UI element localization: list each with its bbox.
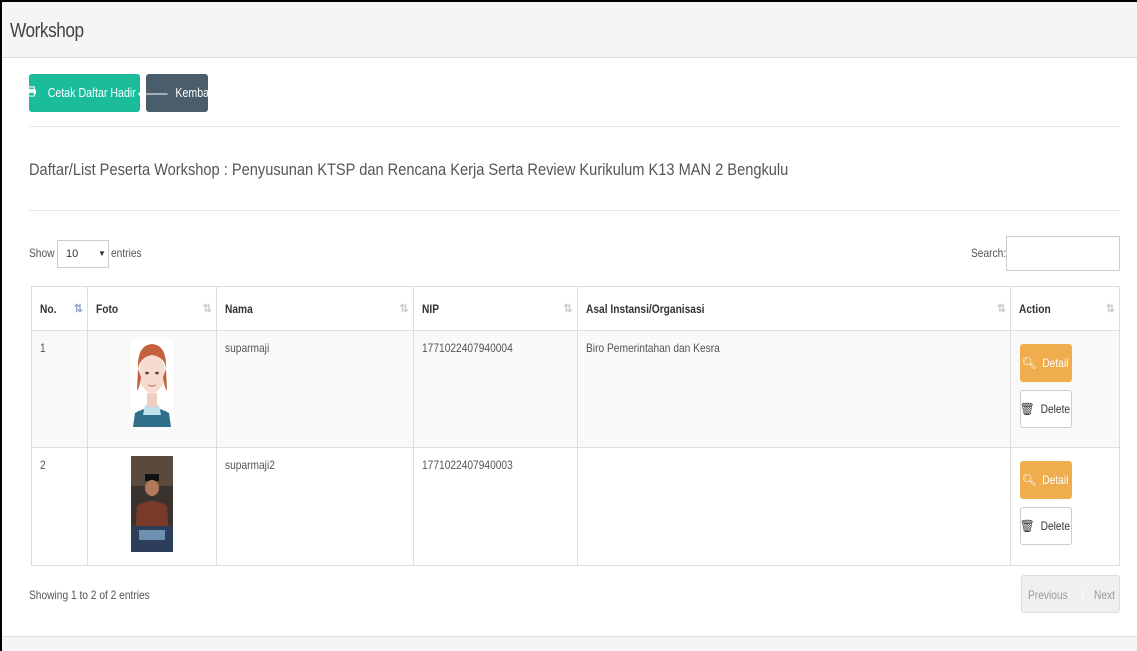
panel-footer: [2, 636, 1137, 651]
print-attendance-button[interactable]: Cetak Daftar Hadir: [26, 74, 140, 112]
arrow-left-icon: 🡐: [136, 86, 170, 101]
back-label: Kembali: [175, 86, 214, 100]
cell-no: 2: [31, 447, 88, 566]
sort-icon: ⇅: [202, 303, 212, 315]
cell-instansi: [576, 447, 1012, 566]
search-icon: 🔍︎: [1021, 356, 1037, 370]
cell-nip: 1771022407940004: [412, 330, 578, 448]
cell-nama: suparmaji2: [215, 447, 414, 566]
select-caret-icon: ▼: [98, 249, 106, 258]
delete-button[interactable]: 🗑︎ Delete: [1019, 390, 1073, 428]
divider: [29, 210, 1120, 211]
sort-asc-icon: ⇅: [73, 303, 83, 315]
cell-nama: suparmaji: [215, 330, 414, 448]
column-header-nip[interactable]: NIP ⇅: [412, 286, 578, 331]
cell-nip: 1771022407940003: [412, 447, 578, 566]
participants-table: No. ⇅ Foto ⇅ Nama ⇅ NIP ⇅ Asal Instansi/Orga…: [31, 286, 1120, 566]
previous-page-button[interactable]: Previous: [1028, 588, 1075, 602]
show-label: Show: [29, 246, 55, 260]
delete-button[interactable]: 🗑︎ Delete: [1019, 507, 1073, 545]
back-button[interactable]: 🡐 Kembali: [137, 74, 214, 112]
column-header-action[interactable]: Action ⇅: [1010, 286, 1120, 331]
cell-action: 🔍︎ Detail 🗑︎ Delete: [1010, 330, 1120, 448]
printer-icon: [26, 86, 37, 100]
table-header-row: No. ⇅ Foto ⇅ Nama ⇅ NIP ⇅ Asal Instansi/Orga…: [31, 286, 1120, 331]
search-input[interactable]: [1006, 236, 1120, 271]
sort-icon: ⇅: [1105, 303, 1115, 315]
table-row: 1 suparmaji 1771022407940004 Biro Pemeri…: [31, 330, 1120, 448]
print-attendance-label: Cetak Daftar Hadir: [47, 86, 136, 100]
panel-header: Workshop: [2, 2, 1137, 58]
next-page-button[interactable]: Next: [1094, 588, 1119, 602]
pagination: Previous 1 Next: [1021, 575, 1120, 613]
page-title: Workshop: [10, 20, 84, 42]
column-header-nama[interactable]: Nama ⇅: [215, 286, 414, 331]
table-row: 2 suparmaji2 1771022407940003 🔍︎ Detail …: [31, 447, 1120, 566]
sort-icon: ⇅: [996, 303, 1006, 315]
search-icon: 🔍︎: [1021, 473, 1037, 487]
sort-icon: ⇅: [399, 303, 408, 315]
avatar: [130, 456, 173, 552]
trash-icon: 🗑︎: [1019, 402, 1035, 416]
cell-foto: [86, 330, 217, 448]
cell-action: 🔍︎ Detail 🗑︎ Delete: [1010, 447, 1120, 566]
divider: [29, 126, 1120, 127]
cell-foto: [86, 447, 217, 566]
entries-label: entries: [111, 246, 142, 260]
column-header-no[interactable]: No. ⇅: [31, 286, 88, 331]
avatar: [130, 339, 173, 427]
cell-no: 1: [31, 330, 88, 448]
column-header-foto[interactable]: Foto ⇅: [86, 286, 217, 331]
sort-icon: ⇅: [563, 303, 572, 315]
table-info: Showing 1 to 2 of 2 entries: [29, 588, 150, 602]
detail-button[interactable]: 🔍︎ Detail: [1020, 461, 1073, 499]
trash-icon: 🗑︎: [1019, 519, 1035, 533]
detail-button[interactable]: 🔍︎ Detail: [1020, 344, 1073, 382]
list-heading: Daftar/List Peserta Workshop : Penyusuna…: [29, 160, 789, 179]
column-header-instansi[interactable]: Asal Instansi/Organisasi ⇅: [576, 286, 1012, 331]
current-page-button[interactable]: 1: [1080, 588, 1087, 602]
cell-instansi: Biro Pemerintahan dan Kesra: [576, 330, 1012, 448]
